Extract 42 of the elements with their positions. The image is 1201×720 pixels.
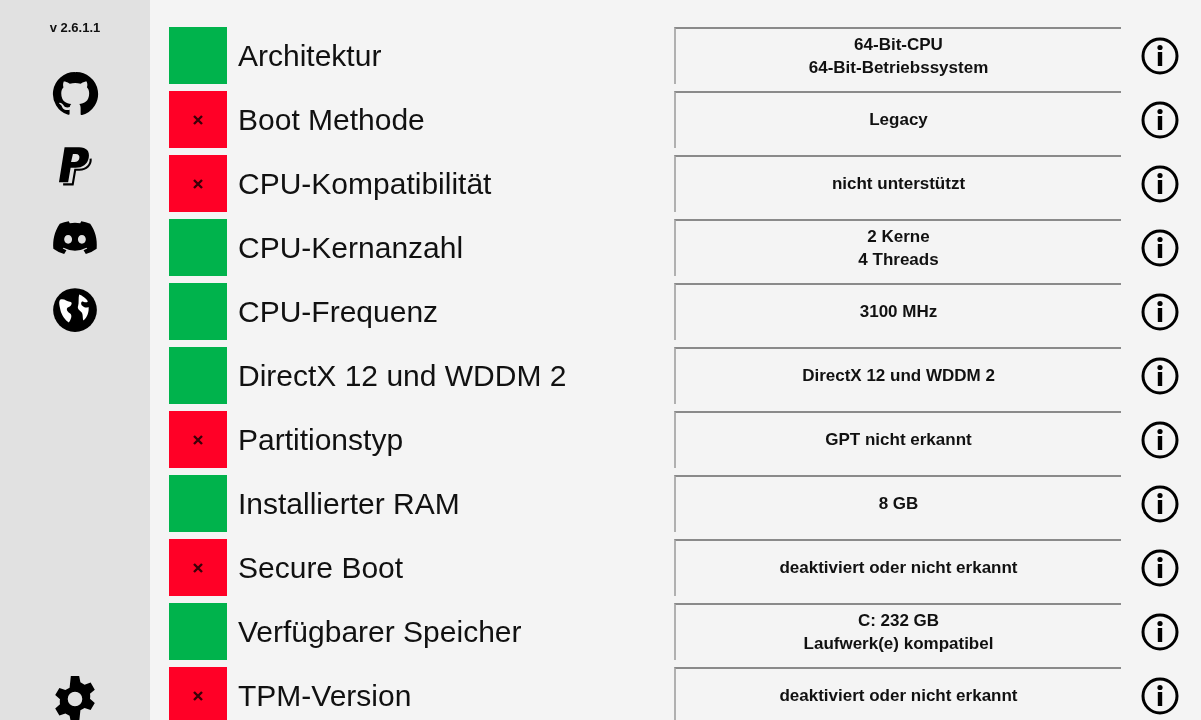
check-label: Verfügbarer Speicher — [237, 614, 523, 650]
cross-icon — [193, 690, 203, 701]
result-text: Laufwerk(e) kompatibel — [803, 632, 994, 655]
result-text: deaktiviert oder nicht erkannt — [779, 685, 1018, 708]
result-text: DirectX 12 und WDDM 2 — [802, 365, 995, 388]
cross-icon — [193, 562, 203, 573]
check-label: CPU-Kernanzahl — [237, 230, 465, 266]
check-label: Installierter RAM — [237, 486, 461, 522]
check-label: Secure Boot — [237, 550, 405, 586]
check-label: CPU-Frequenz — [237, 294, 440, 330]
result-text: Legacy — [869, 109, 928, 132]
result-text: deaktiviert oder nicht erkannt — [779, 557, 1018, 580]
result-text: GPT nicht erkannt — [825, 429, 972, 452]
result-text: C: 232 GB — [857, 610, 940, 633]
cross-icon — [193, 114, 203, 125]
info-icon[interactable] — [1140, 675, 1180, 716]
info-icon[interactable] — [1140, 35, 1180, 76]
result-text: 8 GB — [878, 493, 919, 516]
version-label: v 2.6.1.1 — [49, 19, 101, 37]
result-text: 64-Bit-Betriebssystem — [808, 56, 989, 79]
info-icon[interactable] — [1140, 227, 1180, 268]
check-label: CPU-Kompatibilität — [237, 166, 493, 202]
cross-icon — [193, 178, 203, 189]
result-text: 4 Threads — [858, 248, 939, 271]
info-icon[interactable] — [1140, 355, 1180, 396]
check-label: TPM-Version — [237, 678, 413, 714]
cross-icon — [193, 434, 203, 445]
check-label: Partitionstyp — [237, 422, 405, 458]
check-label: Architektur — [237, 38, 383, 74]
info-icon[interactable] — [1140, 547, 1180, 588]
result-text: nicht unterstützt — [831, 173, 966, 196]
info-icon[interactable] — [1140, 419, 1180, 460]
info-icon[interactable] — [1140, 291, 1180, 332]
info-icon[interactable] — [1140, 163, 1180, 204]
result-text: 3100 MHz — [859, 301, 938, 324]
info-icon[interactable] — [1140, 99, 1180, 140]
info-icon[interactable] — [1140, 483, 1180, 524]
check-label: Boot Methode — [237, 102, 426, 138]
result-text: 64-Bit-CPU — [854, 34, 943, 57]
check-label: DirectX 12 und WDDM 2 — [237, 358, 568, 394]
result-text: 2 Kerne — [867, 226, 930, 249]
info-icon[interactable] — [1140, 611, 1180, 652]
